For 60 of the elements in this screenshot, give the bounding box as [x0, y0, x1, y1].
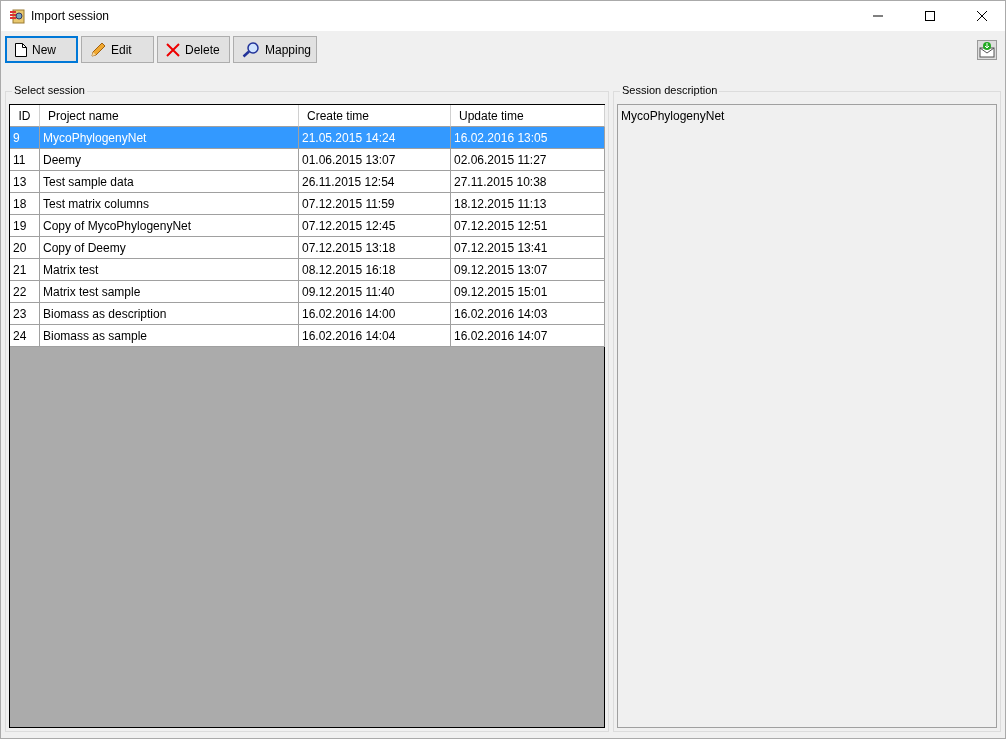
group-title: Session description — [620, 84, 720, 96]
table-cell: 20 — [10, 237, 40, 259]
group-title: Select session — [12, 84, 87, 96]
table-cell: 08.12.2015 16:18 — [299, 259, 451, 281]
table-cell: 27.11.2015 10:38 — [451, 171, 605, 193]
new-button[interactable]: New — [5, 36, 78, 63]
table-cell: MycoPhylogenyNet — [40, 127, 299, 149]
table-cell: Biomass as description — [40, 303, 299, 325]
table-cell: 02.06.2015 11:27 — [451, 149, 605, 171]
table-cell: 26.11.2015 12:54 — [299, 171, 451, 193]
table-cell: 01.06.2015 13:07 — [299, 149, 451, 171]
column-header[interactable]: Create time — [299, 105, 451, 127]
table-cell: 23 — [10, 303, 40, 325]
table-cell: Deemy — [40, 149, 299, 171]
table-cell: 09.12.2015 11:40 — [299, 281, 451, 303]
edit-button[interactable]: Edit — [81, 36, 154, 63]
pencil-icon — [90, 41, 106, 58]
table-cell: 18 — [10, 193, 40, 215]
table-cell: 16.02.2016 14:04 — [299, 325, 451, 347]
magnifier-icon — [242, 41, 260, 58]
table-cell: 07.12.2015 11:59 — [299, 193, 451, 215]
column-header[interactable]: ID — [10, 105, 40, 127]
table-cell: Test sample data — [40, 171, 299, 193]
table-cell: Matrix test sample — [40, 281, 299, 303]
close-icon — [977, 11, 987, 21]
table-cell: Copy of MycoPhylogenyNet — [40, 215, 299, 237]
window-title: Import session — [31, 9, 111, 23]
table-cell: Test matrix columns — [40, 193, 299, 215]
mapping-button[interactable]: Mapping — [233, 36, 317, 63]
column-header[interactable]: Update time — [451, 105, 605, 127]
table-cell: 11 — [10, 149, 40, 171]
table-cell: 16.02.2016 14:00 — [299, 303, 451, 325]
table-cell: 07.12.2015 12:45 — [299, 215, 451, 237]
delete-button[interactable]: Delete — [157, 36, 230, 63]
mail-download-icon[interactable] — [977, 39, 997, 60]
table-cell: 24 — [10, 325, 40, 347]
table-cell: 07.12.2015 13:18 — [299, 237, 451, 259]
maximize-icon — [925, 11, 935, 21]
table-cell: 07.12.2015 13:41 — [451, 237, 605, 259]
table-cell: Copy of Deemy — [40, 237, 299, 259]
cross-icon — [166, 42, 180, 57]
table-cell: 13 — [10, 171, 40, 193]
table-cell: 16.02.2016 13:05 — [451, 127, 605, 149]
table-cell: Matrix test — [40, 259, 299, 281]
table-cell: Biomass as sample — [40, 325, 299, 347]
table-cell: 16.02.2016 14:07 — [451, 325, 605, 347]
table-cell: 21 — [10, 259, 40, 281]
column-header[interactable]: Project name — [40, 105, 299, 127]
table-cell: 21.05.2015 14:24 — [299, 127, 451, 149]
table-cell: 09.12.2015 15:01 — [451, 281, 605, 303]
table-cell: 22 — [10, 281, 40, 303]
table-cell: 19 — [10, 215, 40, 237]
table-cell: 07.12.2015 12:51 — [451, 215, 605, 237]
table-cell: 09.12.2015 13:07 — [451, 259, 605, 281]
table-cell: 18.12.2015 11:13 — [451, 193, 605, 215]
description-field[interactable]: MycoPhylogenyNet — [617, 104, 997, 728]
app-icon — [9, 8, 25, 24]
table-cell: 16.02.2016 14:03 — [451, 303, 605, 325]
document-icon — [15, 42, 27, 57]
table-cell: 9 — [10, 127, 40, 149]
